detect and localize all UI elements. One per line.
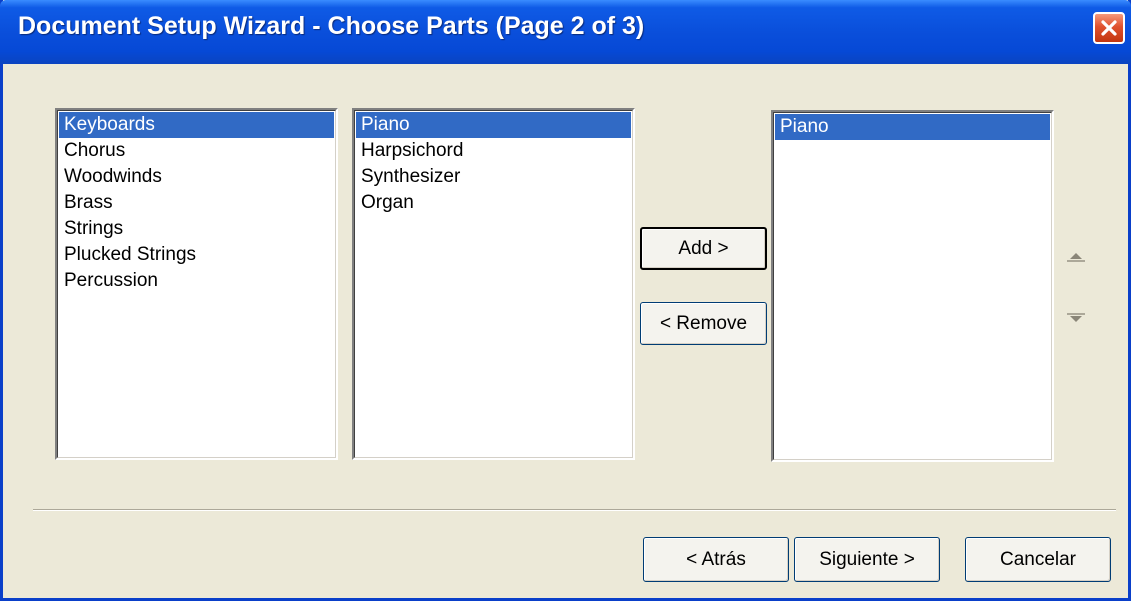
instrument-list-item[interactable]: Harpsichord: [356, 138, 631, 164]
family-list-item[interactable]: Chorus: [59, 138, 334, 164]
instrument-list-item[interactable]: Synthesizer: [356, 164, 631, 190]
close-button[interactable]: [1093, 12, 1125, 44]
cancel-button[interactable]: Cancelar: [965, 537, 1111, 582]
instrument-list-item[interactable]: Piano: [356, 112, 631, 138]
remove-button[interactable]: < Remove: [640, 302, 767, 345]
next-button[interactable]: Siguiente >: [794, 537, 940, 582]
instrument-listbox[interactable]: Piano Harpsichord Synthesizer Organ: [352, 108, 635, 460]
family-list-item[interactable]: Brass: [59, 190, 334, 216]
footer-separator: [33, 509, 1116, 511]
family-list-item[interactable]: Strings: [59, 216, 334, 242]
close-icon: [1101, 20, 1117, 36]
wizard-window: Document Setup Wizard - Choose Parts (Pa…: [0, 0, 1131, 601]
move-up-button[interactable]: [1065, 247, 1087, 265]
family-list-item[interactable]: Percussion: [59, 268, 334, 294]
triangle-down-icon: [1067, 313, 1085, 322]
instrument-list-item[interactable]: Organ: [356, 190, 631, 216]
window-title: Document Setup Wizard - Choose Parts (Pa…: [18, 12, 645, 40]
chosen-parts-listbox[interactable]: Piano: [771, 110, 1054, 462]
family-list-item[interactable]: Plucked Strings: [59, 242, 334, 268]
add-button[interactable]: Add >: [640, 227, 767, 270]
family-list-item[interactable]: Keyboards: [59, 112, 334, 138]
triangle-up-icon: [1067, 253, 1085, 262]
title-bar[interactable]: Document Setup Wizard - Choose Parts (Pa…: [0, 0, 1131, 64]
back-button[interactable]: < Atrás: [643, 537, 789, 582]
family-list-item[interactable]: Woodwinds: [59, 164, 334, 190]
move-down-button[interactable]: [1065, 310, 1087, 328]
chosen-part-list-item[interactable]: Piano: [775, 114, 1050, 140]
family-listbox[interactable]: Keyboards Chorus Woodwinds Brass Strings Pluc…: [55, 108, 338, 460]
